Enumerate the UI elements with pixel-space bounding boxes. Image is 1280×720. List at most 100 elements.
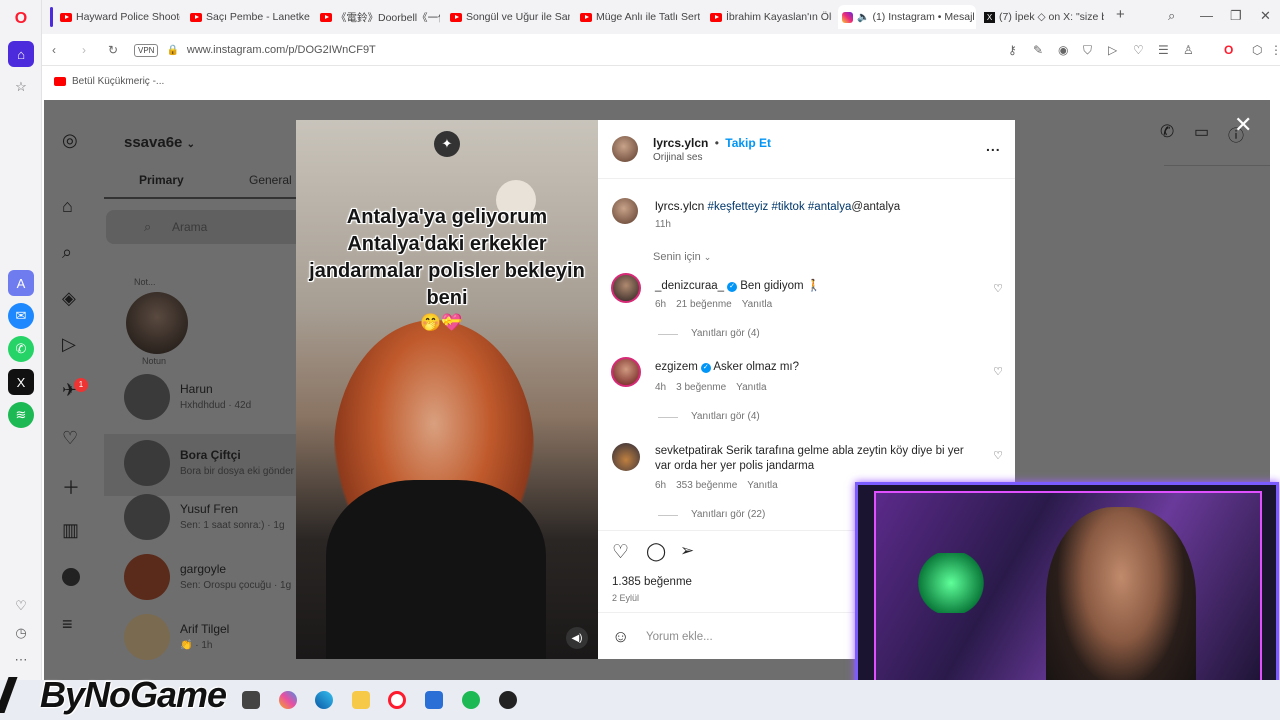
like-icon[interactable]: ♡ [612,541,629,564]
more-icon[interactable]: ⋯ [8,647,34,673]
restore-icon[interactable]: ❐ [1230,8,1242,24]
search-tabs-icon[interactable]: ⌕ [1168,8,1175,24]
app-taskbar-icon[interactable] [499,691,517,709]
instagram-logo-icon[interactable]: ◎ [62,130,78,151]
comment-like-icon[interactable]: ♡ [993,365,1003,378]
view-replies[interactable]: Yanıtları gör (22) [691,509,765,520]
view-replies[interactable]: Yanıtları gör (4) [691,328,760,339]
modal-close-icon[interactable]: ✕ [1234,112,1252,138]
reload-icon[interactable]: ↻ [108,43,118,57]
sort-dropdown[interactable]: Senin için ⌄ [653,251,711,263]
forward-icon[interactable]: › [82,43,86,57]
heart-icon[interactable]: ♡ [8,593,34,619]
home-icon[interactable]: ⌂ [8,41,34,67]
likes-count[interactable]: 1.385 beğenme [612,576,692,588]
back-icon[interactable]: ‹ [52,43,56,57]
follow-button[interactable]: Takip Et [725,136,771,150]
comment-input[interactable]: Yorum ekle... [646,631,713,643]
new-tab-button[interactable]: + [1116,6,1125,23]
home-nav-icon[interactable]: ⌂ [62,196,73,217]
messenger-icon[interactable]: ✉ [8,303,34,329]
audio-label[interactable]: Orijinal ses [653,152,702,163]
bookmark-item[interactable]: Betül Küçükmeriç -... [54,76,164,87]
comment-like-icon[interactable]: ♡ [993,449,1003,462]
reels-nav-icon[interactable]: ▷ [62,334,76,355]
profile-icon[interactable]: ♙ [1183,43,1194,57]
play-icon[interactable]: ▷ [1108,43,1117,57]
create-nav-icon[interactable]: ＋ [62,474,80,500]
window-close-icon[interactable]: ✕ [1260,8,1271,24]
note-avatar[interactable] [126,292,188,354]
explore-nav-icon[interactable]: ◈ [62,288,76,309]
verified-badge-icon: ✓ [700,363,711,373]
inbox-panel: ssava6e ⌄ Primary General ⌕ Arama Not...… [104,100,354,680]
share-icon[interactable]: ➢ [680,541,694,561]
file-explorer-icon[interactable] [352,691,370,709]
opera-taskbar-icon[interactable] [388,691,406,709]
copilot-icon[interactable] [279,691,297,709]
sparkle-icon[interactable]: ✦ [434,131,460,157]
opera-menu-icon[interactable]: O [1224,43,1233,57]
tab-instagram[interactable]: 🔈 (1) Instagram • Mesajl [838,5,976,29]
tab-x[interactable]: X (7) İpek ◇ on X: "size bi [980,5,1104,29]
history-icon[interactable]: ◷ [8,620,34,646]
comment-icon[interactable]: ◯ [646,541,666,562]
spotify-icon[interactable]: ≋ [8,402,34,428]
youtube-icon [710,12,722,22]
author-username[interactable]: lyrcs.ylcn [653,136,708,150]
search-nav-icon[interactable]: ⌕ [62,242,72,263]
more-menu-icon[interactable]: ≡ [62,614,73,635]
minimize-icon[interactable]: — [1200,8,1213,23]
favorites-heart-icon[interactable]: ♡ [1133,43,1144,57]
tab-general[interactable]: General [249,173,292,187]
tab-3[interactable]: 《電鈴》Doorbell《一個人 [316,5,440,29]
pin-icon[interactable]: ☆ [8,74,34,100]
mute-icon[interactable]: ◀) [566,627,588,649]
tab-primary[interactable]: Primary [139,173,184,187]
tab-5[interactable]: Müge Anlı ile Tatlı Sert [576,5,700,29]
extensions-icon[interactable]: ⬡ [1252,43,1262,57]
reel-video[interactable]: Antalya'ya geliyorum Antalya'daki erkekl… [296,120,598,659]
youtube-icon [54,77,66,86]
video-call-icon[interactable]: ▭ [1194,122,1209,142]
account-switcher[interactable]: ssava6e ⌄ [124,134,195,151]
x-twitter-icon[interactable]: X [8,369,34,395]
comment-like-icon[interactable]: ♡ [993,282,1003,295]
tab-bar: Hayward Police Shooto Saçı Pembe - Lanet… [42,0,1280,34]
tab-1[interactable]: Hayward Police Shooto [56,5,180,29]
youtube-icon [320,12,332,22]
edge-icon[interactable] [315,691,333,709]
easy-setup-icon[interactable]: ☰ [1158,43,1169,57]
tab-2[interactable]: Saçı Pembe - Lanetkel [186,5,310,29]
notifications-nav-icon[interactable]: ♡ [62,428,78,449]
author-avatar[interactable] [612,136,638,162]
more-options-icon[interactable]: ... [986,138,1001,154]
comment-avatar[interactable] [611,357,641,387]
opera-logo-icon[interactable]: O [8,6,34,32]
task-view-icon[interactable] [242,691,260,709]
tab-4[interactable]: Songül ve Uğur ile Sana [446,5,570,29]
comment-avatar[interactable] [611,273,641,303]
emoji-icon[interactable]: ☺ [612,627,629,647]
whatsapp-icon[interactable]: ✆ [8,336,34,362]
vpn-badge[interactable]: VPN [134,43,159,57]
spotify-taskbar-icon[interactable] [462,691,480,709]
instagram-icon [842,11,853,23]
tab-6[interactable]: İbrahim Kayaslan'ın Ölü [706,5,832,29]
edit-icon[interactable]: ✎ [1033,43,1043,57]
call-icon[interactable]: ✆ [1160,122,1174,142]
dashboard-nav-icon[interactable]: ▥ [62,520,79,541]
key-icon[interactable]: ⚷ [1008,43,1017,57]
url-field[interactable]: VPN 🔒 www.instagram.com/p/DOG2IWnCF9T [134,39,954,61]
profile-avatar[interactable] [62,568,80,586]
bynogame-logo: ByNoGame [0,672,227,718]
comment-avatar[interactable] [612,443,640,471]
note-bubble[interactable]: Not... [134,277,156,287]
caption-avatar[interactable] [612,198,638,224]
browser-menu-icon[interactable]: ⋮ [1270,43,1280,57]
outlook-icon[interactable] [425,691,443,709]
view-replies[interactable]: Yanıtları gör (4) [691,411,760,422]
aria-icon[interactable]: A [8,270,34,296]
camera-icon[interactable]: ◉ [1058,43,1068,57]
shield-icon[interactable]: ⛉ [1083,43,1092,58]
